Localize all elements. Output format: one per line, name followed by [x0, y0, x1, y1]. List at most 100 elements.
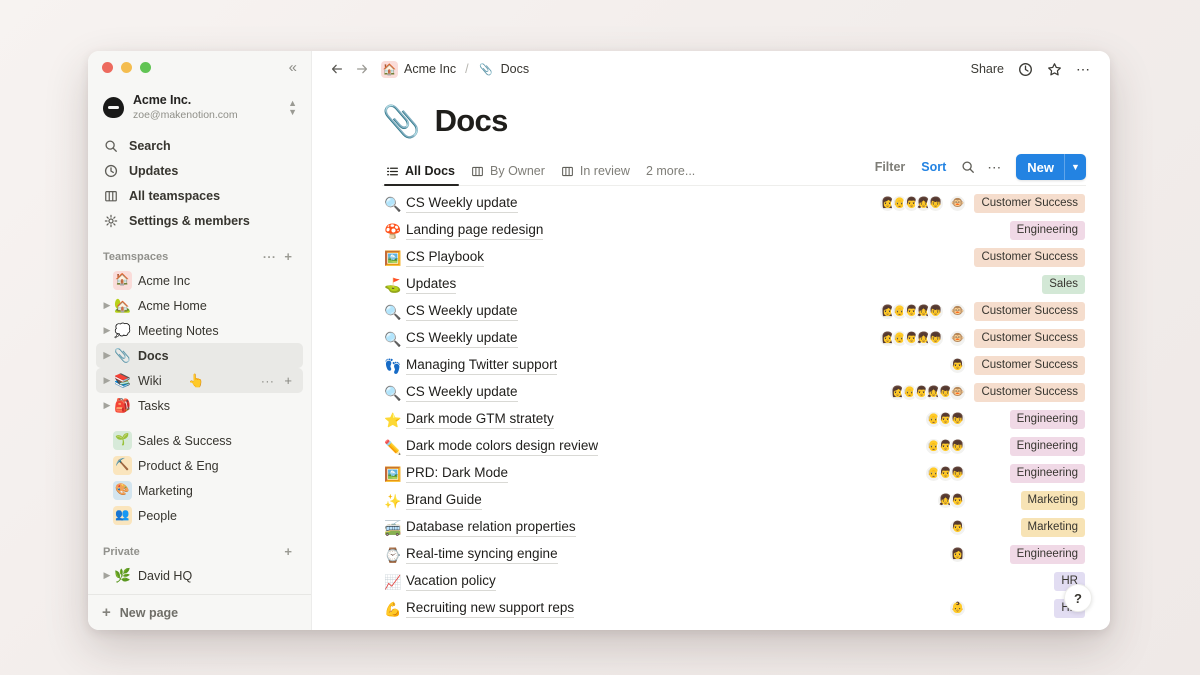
private-add-icon[interactable]: +: [280, 545, 296, 558]
teamspaces-more-icon[interactable]: ···: [259, 251, 281, 263]
table-row[interactable]: 🖼️ PRD: Dark Mode 👴 👨 👦 Engineering: [382, 460, 1086, 487]
sidebar-item-people[interactable]: 👥 People: [96, 503, 303, 528]
sidebar-item-tasks[interactable]: ▶ 🎒 Tasks: [96, 393, 303, 418]
table-row[interactable]: 🔍 CS Weekly update 👩 👴 👨 👧 👦 🐵 Customer Success: [382, 190, 1086, 217]
table-row[interactable]: 🚎 Database relation properties 👨 Marketing: [382, 514, 1086, 541]
doc-title-link[interactable]: CS Weekly update: [406, 329, 518, 349]
page-body: 📎 Docs All Docs By Owner In review 2 mor…: [312, 87, 1110, 630]
doc-title-link[interactable]: Vacation policy: [406, 572, 496, 592]
breadcrumb-item-docs[interactable]: 📎 Docs: [473, 59, 534, 80]
back-button[interactable]: [326, 58, 348, 80]
share-button[interactable]: Share: [965, 57, 1010, 81]
table-row[interactable]: ⭐ Dark mode GTM stratety 👴 👨 👦 Engineering: [382, 406, 1086, 433]
tab-all-docs[interactable]: All Docs: [384, 164, 463, 186]
teamspaces-add-icon[interactable]: +: [280, 250, 296, 263]
forward-button[interactable]: [351, 58, 373, 80]
doc-title-link[interactable]: Brand Guide: [406, 491, 482, 511]
chevron-right-icon[interactable]: ▶: [101, 400, 113, 411]
sidebar-item-settings-members[interactable]: Settings & members: [96, 208, 303, 233]
doc-title-link[interactable]: Landing page redesign: [406, 221, 544, 241]
wiki-more-icon[interactable]: ···: [257, 375, 279, 387]
row-meta: 👴 👨 👦 Engineering: [925, 437, 1085, 456]
table-row[interactable]: 👣 Managing Twitter support 👨 Customer Succe…: [382, 352, 1086, 379]
avatar-stack[interactable]: 👴 👨 👦: [925, 438, 966, 455]
breadcrumb-item-acme-inc[interactable]: 🏠 Acme Inc: [376, 59, 461, 80]
filter-button[interactable]: Filter: [868, 157, 913, 177]
table-row[interactable]: 🔍 CS Weekly update 👩 👴 👨 👧 👦 🐵 Customer Success: [382, 379, 1086, 406]
avatar-stack[interactable]: 👩 👴 👨 👧 👦 🐵: [889, 384, 966, 401]
table-row[interactable]: ✨ Brand Guide 👧 👨 Marketing: [382, 487, 1086, 514]
sidebar-item-all-teamspaces[interactable]: All teamspaces: [96, 183, 303, 208]
table-row[interactable]: ✏️ Dark mode colors design review 👴 👨 👦 Engin…: [382, 433, 1086, 460]
sidebar-item-search[interactable]: Search: [96, 133, 303, 158]
doc-title-link[interactable]: Database relation properties: [406, 518, 576, 538]
view-more-icon[interactable]: ⋯: [982, 155, 1007, 179]
history-icon[interactable]: [1012, 57, 1039, 81]
sidebar: « Acme Inc. zoe@makenotion.com ▲ ▼ Search: [88, 51, 312, 630]
sidebar-item-product-eng[interactable]: ⛏️ Product & Eng: [96, 453, 303, 478]
avatar-stack[interactable]: 👩 👴 👨 👧 👦 🐵: [879, 330, 966, 347]
sidebar-item-acme-inc[interactable]: 🏠 Acme Inc: [96, 268, 303, 293]
wiki-add-icon[interactable]: +: [280, 374, 296, 387]
collapse-sidebar-icon[interactable]: «: [286, 58, 298, 77]
table-row[interactable]: 🍄 Landing page redesign Engineering: [382, 217, 1086, 244]
table-row[interactable]: 💪Recruiting new support reps👶HR: [382, 595, 1086, 622]
avatar-stack[interactable]: 👧 👨: [937, 492, 966, 509]
doc-title-link[interactable]: Real-time syncing engine: [406, 545, 558, 565]
avatar-stack[interactable]: 👨: [949, 357, 966, 374]
sidebar-item-marketing[interactable]: 🎨 Marketing: [96, 478, 303, 503]
doc-title-link[interactable]: PRD: Dark Mode: [406, 464, 509, 484]
chevron-right-icon[interactable]: ▶: [101, 570, 113, 581]
doc-title-link[interactable]: CS Weekly update: [406, 194, 518, 214]
workspace-email: zoe@makenotion.com: [133, 108, 238, 121]
sort-button[interactable]: Sort: [914, 157, 953, 177]
avatar-stack[interactable]: 👶: [949, 600, 966, 617]
chevron-right-icon[interactable]: ▶: [101, 350, 113, 361]
workspace-switcher[interactable]: Acme Inc. zoe@makenotion.com ▲ ▼: [96, 88, 303, 127]
sidebar-item-meeting-notes[interactable]: ▶ 💭 Meeting Notes: [96, 318, 303, 343]
avatar-stack[interactable]: 👩 👴 👨 👧 👦 🐵: [879, 303, 966, 320]
doc-title-link[interactable]: CS Playbook: [406, 248, 485, 268]
sidebar-item-acme-home[interactable]: ▶ 🏡 Acme Home: [96, 293, 303, 318]
minimize-window-button[interactable]: [121, 62, 132, 73]
table-row[interactable]: 🔍 CS Weekly update 👩 👴 👨 👧 👦 🐵 Customer Success: [382, 325, 1086, 352]
row-meta: 👩 👴 👨 👧 👦 🐵 Customer Success: [879, 329, 1085, 348]
tab-more-views[interactable]: 2 more...: [638, 164, 703, 185]
sidebar-item-wiki[interactable]: ▶ 📚 Wiki 👆 ··· +: [96, 368, 303, 394]
table-row[interactable]: 🔍 CS Weekly update 👩 👴 👨 👧 👦 🐵 Customer Success: [382, 298, 1086, 325]
avatar-stack[interactable]: 👩: [949, 546, 966, 563]
table-row[interactable]: ⌚ Real-time syncing engine 👩 Engineering: [382, 541, 1086, 568]
table-row[interactable]: 📈 Vacation policy HR: [382, 568, 1086, 595]
sidebar-item-david-hq[interactable]: ▶ 🌿 David HQ: [96, 563, 303, 588]
doc-title-link[interactable]: Managing Twitter support: [406, 356, 558, 376]
close-window-button[interactable]: [102, 62, 113, 73]
star-icon[interactable]: [1041, 57, 1068, 81]
avatar-stack[interactable]: 👩 👴 👨 👧 👦 🐵: [879, 195, 966, 212]
table-row[interactable]: 🖼️ CS Playbook Customer Success: [382, 244, 1086, 271]
doc-title-link[interactable]: Dark mode GTM stratety: [406, 410, 554, 430]
tab-in-review[interactable]: In review: [553, 164, 638, 185]
doc-title-link[interactable]: CS Weekly update: [406, 302, 518, 322]
sidebar-item-sales-success[interactable]: 🌱 Sales & Success: [96, 428, 303, 453]
chevron-right-icon[interactable]: ▶: [101, 325, 113, 336]
sidebar-item-docs[interactable]: ▶ 📎 Docs: [96, 343, 303, 369]
chevron-down-icon[interactable]: ▼: [1064, 154, 1086, 180]
new-page-button[interactable]: + New page: [88, 594, 311, 630]
avatar-stack[interactable]: 👨: [949, 519, 966, 536]
help-button[interactable]: ?: [1064, 584, 1092, 612]
more-options-icon[interactable]: ⋯: [1070, 57, 1097, 81]
doc-title-link[interactable]: Updates: [406, 275, 457, 295]
doc-title-link[interactable]: CS Weekly update: [406, 383, 518, 403]
search-icon[interactable]: [955, 155, 980, 179]
maximize-window-button[interactable]: [140, 62, 151, 73]
doc-title-link[interactable]: Recruiting new support reps: [406, 599, 575, 619]
avatar-stack[interactable]: 👴 👨 👦: [925, 465, 966, 482]
tab-by-owner[interactable]: By Owner: [463, 164, 553, 185]
doc-title-link[interactable]: Dark mode colors design review: [406, 437, 599, 457]
chevron-right-icon[interactable]: ▶: [101, 300, 113, 311]
new-button[interactable]: New ▼: [1016, 154, 1086, 180]
avatar-stack[interactable]: 👴 👨 👦: [925, 411, 966, 428]
table-row[interactable]: ⛳ Updates Sales: [382, 271, 1086, 298]
sidebar-item-updates[interactable]: Updates: [96, 158, 303, 183]
chevron-right-icon[interactable]: ▶: [101, 375, 113, 386]
